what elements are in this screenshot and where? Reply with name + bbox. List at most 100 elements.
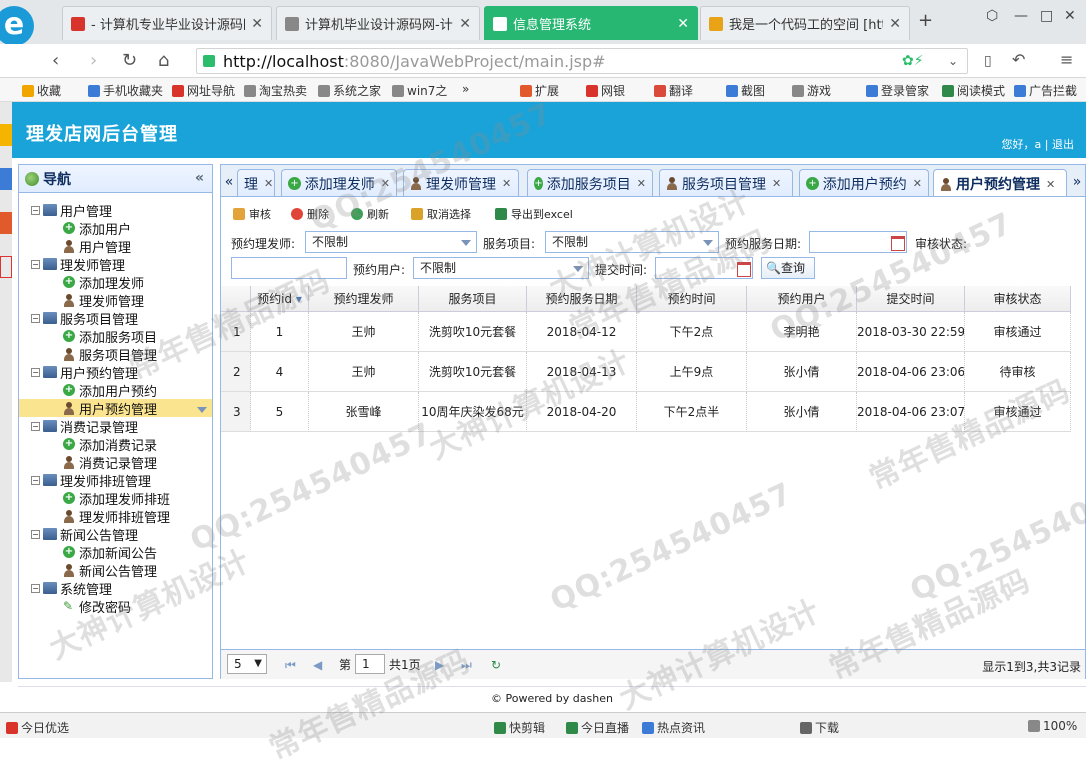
nav-item[interactable]: ✎ 修改密码 <box>19 597 212 616</box>
collapse-toggle-icon[interactable]: − <box>31 583 40 593</box>
nav-item[interactable]: + 添加用户预约 <box>19 381 212 400</box>
bookmark-item[interactable]: 收藏 <box>22 82 61 99</box>
status-item[interactable]: 100% <box>1028 719 1077 733</box>
maximize-icon[interactable]: □ <box>1040 8 1053 24</box>
forward-icon[interactable]: › <box>90 50 97 71</box>
sidebar-weibo-icon[interactable] <box>0 212 12 234</box>
sort-icon[interactable]: ▾ <box>292 292 302 306</box>
status-input[interactable] <box>231 257 347 279</box>
close-icon[interactable]: ✕ <box>502 177 511 190</box>
bookmark-item[interactable]: 翻译 <box>654 82 693 99</box>
nav-group[interactable]: − 系统管理 <box>19 579 212 598</box>
close-icon[interactable]: ✕ <box>1046 178 1055 191</box>
nav-item[interactable]: 用户预约管理 <box>19 399 212 418</box>
bookmark-item[interactable]: 系统之家 <box>318 82 381 99</box>
nav-item[interactable]: 服务项目管理 <box>19 345 212 364</box>
close-icon[interactable]: ✕ <box>772 177 781 190</box>
refresh-button[interactable]: 刷新 <box>351 206 389 222</box>
page-tab[interactable]: 用户预约管理 ✕ <box>933 169 1067 196</box>
close-icon[interactable]: ✕ <box>913 177 922 190</box>
minimize-icon[interactable]: — <box>1014 8 1028 24</box>
audit-button[interactable]: 审核 <box>233 206 271 222</box>
bookmark-item[interactable]: 阅读模式 <box>942 82 1005 99</box>
tab-close-icon[interactable]: ✕ <box>889 16 901 32</box>
calendar-icon[interactable] <box>888 232 906 252</box>
column-header[interactable]: 预约服务日期 <box>527 286 637 312</box>
reload-page-icon[interactable]: ↻ <box>491 658 501 672</box>
page-tab[interactable]: + 添加服务项目 ✕ <box>527 169 653 196</box>
bookmark-item[interactable]: 手机收藏夹 <box>88 82 163 99</box>
delete-button[interactable]: 删除 <box>291 206 329 222</box>
user-select[interactable]: 不限制 <box>413 257 589 279</box>
nav-item[interactable]: 用户管理 <box>19 237 212 256</box>
column-header[interactable]: 提交时间 <box>857 286 965 312</box>
nav-group[interactable]: − 服务项目管理 <box>19 309 212 328</box>
nav-group[interactable]: − 新闻公告管理 <box>19 525 212 544</box>
extension-icon[interactable]: ✿⚡ <box>902 53 924 69</box>
calendar-icon[interactable] <box>734 258 752 278</box>
page-tab[interactable]: 理 ✕ <box>237 169 275 196</box>
query-button[interactable]: 🔍查询 <box>761 257 815 279</box>
status-item[interactable]: 热点资讯 <box>642 719 705 736</box>
collapse-toggle-icon[interactable]: − <box>31 367 40 377</box>
phone-icon[interactable]: ▯ <box>984 53 992 69</box>
service-select[interactable]: 不限制 <box>545 231 719 253</box>
nav-item[interactable]: 消费记录管理 <box>19 453 212 472</box>
page-input[interactable]: 1 <box>355 654 385 674</box>
browser-tab[interactable]: 我是一个代码工的空间 [http ✕ <box>700 6 910 40</box>
new-tab-button[interactable]: + <box>918 10 933 31</box>
export-button[interactable]: 导出到excel <box>495 206 573 222</box>
sidebar-star-icon[interactable] <box>0 124 12 146</box>
nav-group[interactable]: − 理发师管理 <box>19 255 212 274</box>
nav-item[interactable]: + 添加服务项目 <box>19 327 212 346</box>
nav-group[interactable]: − 理发师排班管理 <box>19 471 212 490</box>
nav-item[interactable]: 理发师排班管理 <box>19 507 212 526</box>
column-header[interactable]: 预约时间 <box>637 286 747 312</box>
home-icon[interactable]: ⌂ <box>158 50 169 71</box>
bookmark-item[interactable]: 截图 <box>726 82 765 99</box>
column-header[interactable]: 预约用户 <box>747 286 857 312</box>
bookmark-item[interactable]: 广告拦截 <box>1014 82 1077 99</box>
page-size-select[interactable]: 5 ▼ <box>227 654 267 674</box>
page-tab[interactable]: 理发师管理 ✕ <box>403 169 519 196</box>
tab-close-icon[interactable]: ✕ <box>251 16 263 32</box>
collapse-toggle-icon[interactable]: − <box>31 529 40 539</box>
bookmark-item[interactable]: 网银 <box>586 82 625 99</box>
collapse-toggle-icon[interactable]: − <box>31 259 40 269</box>
prev-page-icon[interactable]: ◀ <box>313 658 322 672</box>
tab-close-icon[interactable]: ✕ <box>459 16 471 32</box>
unselect-button[interactable]: 取消选择 <box>411 206 471 222</box>
bookmark-overflow[interactable]: » <box>462 82 469 96</box>
submit-time-input[interactable] <box>655 257 753 279</box>
column-header[interactable]: 服务项目 <box>419 286 527 312</box>
column-header[interactable]: 预约id ▾ <box>251 286 309 312</box>
skin-icon[interactable]: ⬡ <box>986 8 998 24</box>
nav-item[interactable]: + 添加新闻公告 <box>19 543 212 562</box>
date-input[interactable] <box>809 231 907 253</box>
back-icon[interactable]: ‹ <box>52 50 59 71</box>
collapse-toggle-icon[interactable]: − <box>31 475 40 485</box>
nav-group[interactable]: − 消费记录管理 <box>19 417 212 436</box>
next-page-icon[interactable]: ▶ <box>435 658 444 672</box>
bookmark-item[interactable]: 游戏 <box>792 82 831 99</box>
collapse-icon[interactable]: « <box>195 170 204 186</box>
tab-close-icon[interactable]: ✕ <box>677 16 689 32</box>
dropdown-icon[interactable]: ⌄ <box>948 54 958 68</box>
browser-tab[interactable]: 信息管理系统 ✕ <box>484 6 698 40</box>
nav-item[interactable]: + 添加消费记录 <box>19 435 212 454</box>
nav-item[interactable]: 理发师管理 <box>19 291 212 310</box>
browser-tab[interactable]: - 计算机专业毕业设计源码网 ✕ <box>62 6 272 40</box>
greeting-logout[interactable]: 您好，a | 退出 <box>1002 136 1074 152</box>
collapse-toggle-icon[interactable]: − <box>31 205 40 215</box>
nav-item[interactable]: 新闻公告管理 <box>19 561 212 580</box>
nav-item[interactable]: + 添加理发师排班 <box>19 489 212 508</box>
first-page-icon[interactable]: ⏮ <box>285 658 296 673</box>
tabs-scroll-right[interactable]: » <box>1069 169 1085 196</box>
last-page-icon[interactable]: ⏭ <box>461 658 472 673</box>
browser-tab[interactable]: 计算机毕业设计源码网-计算 ✕ <box>276 6 480 40</box>
bookmark-item[interactable]: win7之 <box>392 82 447 99</box>
bookmark-item[interactable]: 网址导航 <box>172 82 235 99</box>
tabs-scroll-left[interactable]: « <box>221 169 237 196</box>
close-icon[interactable]: ✕ <box>381 177 390 190</box>
nav-group[interactable]: − 用户预约管理 <box>19 363 212 382</box>
